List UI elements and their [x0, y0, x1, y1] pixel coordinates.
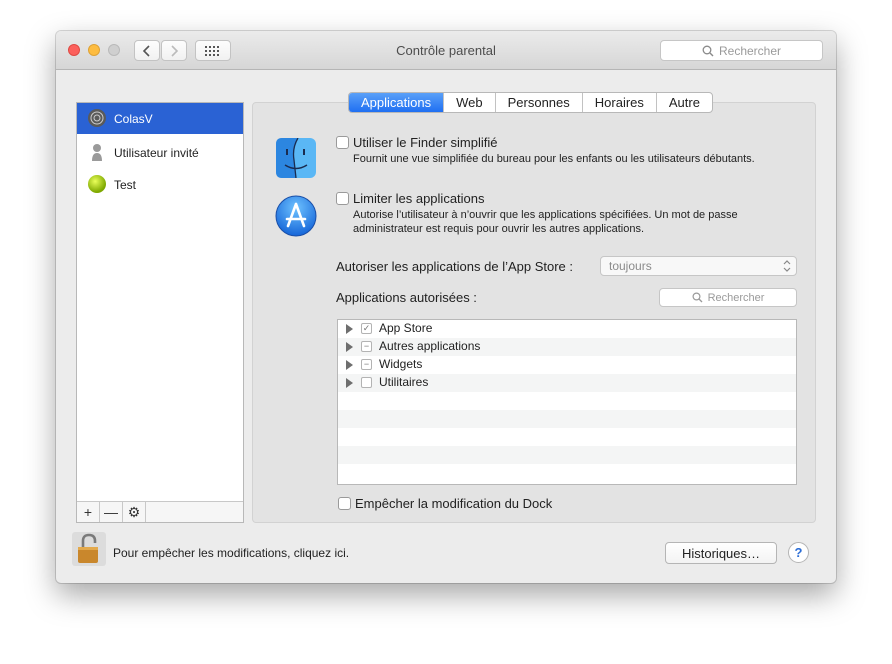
search-icon — [702, 45, 714, 56]
appstore-policy-label: Autoriser les applications de l’App Stor… — [336, 259, 574, 274]
unlocked-padlock-icon[interactable] — [72, 532, 106, 566]
search-field[interactable]: Rechercher — [660, 40, 823, 61]
search-icon — [692, 292, 703, 303]
avatar-icon — [88, 109, 106, 127]
apps-search-placeholder: Rechercher — [707, 291, 765, 304]
app-store-icon — [275, 195, 317, 237]
user-name: Utilisateur invité — [114, 145, 199, 160]
list-item[interactable]: ✓ App Store — [338, 320, 796, 338]
tab-applications[interactable]: Applications — [349, 93, 445, 112]
user-name: ColasV — [114, 111, 153, 126]
limit-apps-description-line2: administrateur est requis pour ouvrir le… — [353, 223, 645, 235]
app-name: Utilitaires — [379, 375, 429, 389]
app-name: Widgets — [379, 357, 423, 371]
updown-arrows-icon — [783, 260, 791, 272]
user-list: ColasV Utilisateur invité Test + — ⚙ — [76, 102, 244, 523]
finder-option-description: Fournit une vue simplifiée du bureau pou… — [353, 153, 755, 165]
user-item-guest[interactable]: Utilisateur invité — [77, 137, 243, 168]
tennis-ball-icon — [88, 175, 106, 193]
empty-row — [338, 446, 796, 464]
limit-apps-label: Limiter les applications — [353, 191, 485, 206]
remove-user-button[interactable]: — — [100, 502, 123, 522]
preferences-window: Contrôle parental Rechercher ColasV Util… — [56, 31, 836, 583]
add-user-button[interactable]: + — [77, 502, 100, 522]
gear-menu-button[interactable]: ⚙ — [123, 502, 146, 522]
app-checkbox[interactable]: − — [361, 359, 372, 370]
empty-row — [338, 428, 796, 446]
list-item[interactable]: − Widgets — [338, 356, 796, 374]
limit-apps-description-line1: Autorise l’utilisateur à n’ouvrir que le… — [353, 209, 738, 221]
appstore-policy-value: toujours — [609, 259, 652, 273]
allowed-apps-list: ✓ App Store − Autres applications − Widg… — [337, 319, 797, 485]
disclosure-triangle-icon[interactable] — [346, 324, 353, 334]
tab-personnes[interactable]: Personnes — [496, 93, 583, 112]
limit-apps-checkbox[interactable] — [336, 192, 349, 205]
finder-checkbox[interactable] — [336, 136, 349, 149]
lock-hint-text: Pour empêcher les modifications, cliquez… — [113, 546, 350, 560]
disclosure-triangle-icon[interactable] — [346, 378, 353, 388]
allowed-apps-label: Applications autorisées : — [336, 290, 477, 305]
appstore-policy-popup[interactable]: toujours — [600, 256, 797, 276]
app-name: Autres applications — [379, 339, 481, 353]
finder-option-label: Utiliser le Finder simplifié — [353, 135, 498, 150]
search-placeholder: Rechercher — [718, 43, 782, 58]
help-button[interactable]: ? — [788, 542, 809, 563]
guest-user-icon — [92, 144, 102, 161]
user-item-colasv[interactable]: ColasV — [77, 103, 243, 134]
empty-row — [338, 410, 796, 428]
empty-row — [338, 392, 796, 410]
history-button[interactable]: Historiques… — [665, 542, 777, 564]
tab-horaires[interactable]: Horaires — [583, 93, 657, 112]
app-checkbox[interactable]: ✓ — [361, 323, 372, 334]
dock-option-label: Empêcher la modification du Dock — [355, 496, 553, 511]
empty-row — [338, 464, 796, 482]
user-name: Test — [114, 177, 137, 192]
disclosure-triangle-icon[interactable] — [346, 360, 353, 370]
app-checkbox[interactable] — [361, 377, 372, 388]
tab-bar: Applications Web Personnes Horaires Autr… — [348, 92, 713, 113]
list-item[interactable]: − Autres applications — [338, 338, 796, 356]
dock-checkbox[interactable] — [338, 497, 351, 510]
user-item-test[interactable]: Test — [77, 169, 243, 200]
app-name: App Store — [379, 321, 433, 335]
tab-autre[interactable]: Autre — [657, 93, 712, 112]
disclosure-triangle-icon[interactable] — [346, 342, 353, 352]
list-item[interactable]: Utilitaires — [338, 374, 796, 392]
finder-icon — [276, 138, 316, 178]
apps-search-field[interactable]: Rechercher — [659, 288, 797, 307]
app-checkbox[interactable]: − — [361, 341, 372, 352]
title-bar: Contrôle parental Rechercher — [56, 31, 836, 70]
tab-web[interactable]: Web — [444, 93, 496, 112]
sidebar-toolbar: + — ⚙ — [77, 501, 243, 522]
